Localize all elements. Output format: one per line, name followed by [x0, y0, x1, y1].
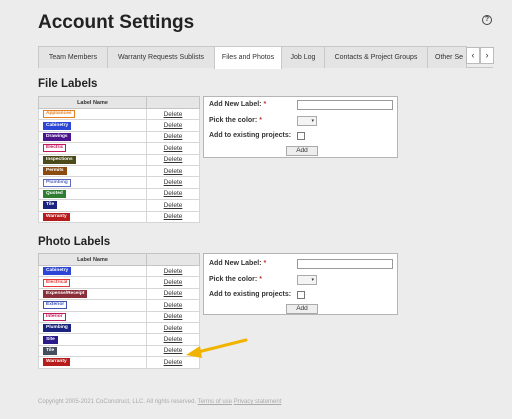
copyright-text: Copyright 2005-2021 CoConstruct, LLC. Al…: [38, 399, 197, 405]
footer: Copyright 2005-2021 CoConstruct, LLC. Al…: [38, 399, 281, 405]
privacy-link[interactable]: Privacy statement: [234, 399, 282, 405]
annotation-arrow-icon: [186, 338, 248, 358]
terms-link[interactable]: Terms of use: [198, 399, 232, 405]
